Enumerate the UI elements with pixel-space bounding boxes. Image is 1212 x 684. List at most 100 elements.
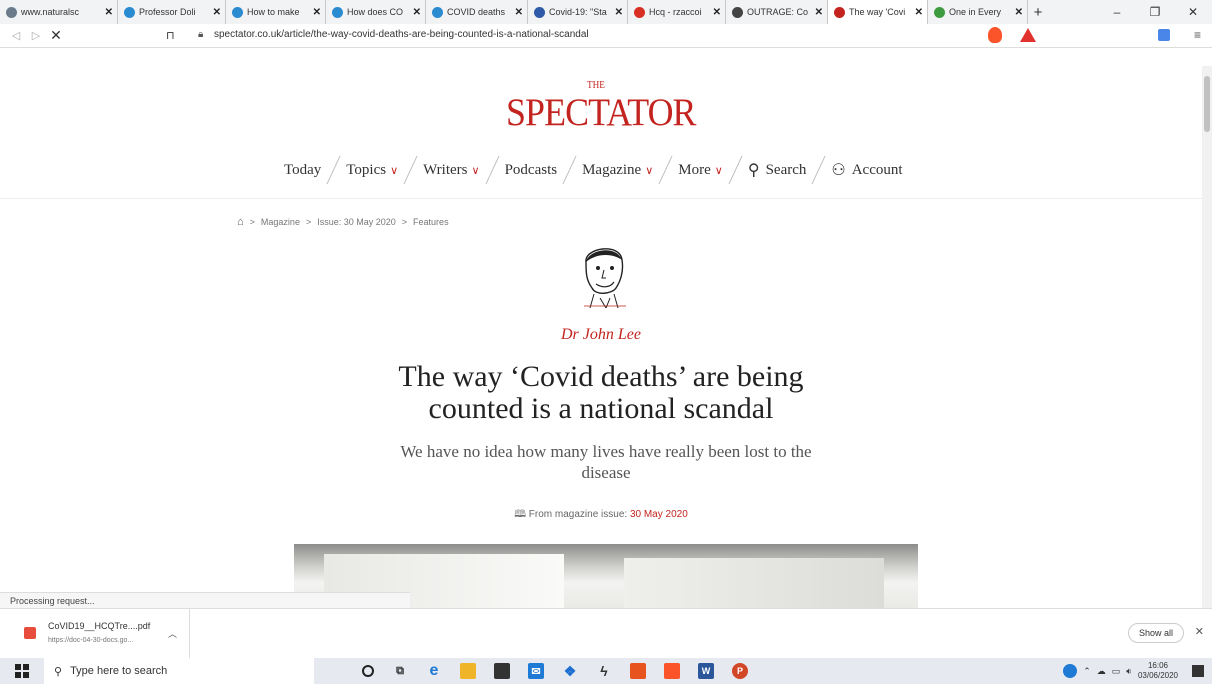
nav-today[interactable]: Today — [284, 162, 321, 179]
menu-icon[interactable]: ≡ — [1194, 28, 1201, 42]
chevron-up-icon[interactable]: ︿ — [168, 627, 177, 640]
breadcrumb-link[interactable]: Features — [413, 217, 449, 227]
browser-tab[interactable]: COVID deaths ✕ — [426, 0, 528, 24]
close-tab-icon[interactable]: ✕ — [313, 7, 321, 18]
nav-separator — [326, 156, 341, 184]
network-icon[interactable]: ▭ — [1112, 666, 1121, 677]
close-tab-icon[interactable]: ✕ — [213, 7, 221, 18]
brave-browser-icon[interactable] — [664, 663, 680, 679]
help-icon[interactable] — [1063, 664, 1078, 678]
chevron-up-tray-icon[interactable]: ⌃ — [1083, 666, 1091, 677]
search-icon: ⚲ — [747, 162, 760, 179]
powerpoint-icon[interactable]: P — [732, 663, 748, 679]
tab-title: OUTRAGE: Co — [747, 7, 809, 17]
browser-tab[interactable]: How to make ✕ — [226, 0, 326, 24]
tab-title: The way 'Covi — [849, 7, 906, 17]
task-view-icon[interactable]: ⧉ — [392, 663, 408, 679]
close-download-shelf-icon[interactable]: ✕ — [1195, 625, 1204, 638]
article-author[interactable]: Dr John Lee — [0, 326, 1202, 344]
mail-icon[interactable]: ✉ — [528, 663, 544, 679]
nav-label: Today — [284, 161, 322, 178]
back-icon[interactable]: ◁ — [6, 29, 26, 42]
nav-label: Magazine — [582, 161, 642, 178]
url-field[interactable]: spectator.co.uk/article/the-way-covid-de… — [214, 29, 589, 40]
dropbox-icon[interactable]: ❖ — [562, 663, 578, 679]
show-all-downloads-button[interactable]: Show all — [1127, 623, 1184, 643]
browser-tab[interactable]: One in Every ✕ — [928, 0, 1028, 24]
close-tab-icon[interactable]: ✕ — [713, 7, 721, 18]
browser-tab[interactable]: Covid-19: "Sta ✕ — [528, 0, 628, 24]
page-viewport: THE SPECTATOR Today Topics ∨ Writers ∨ Podcas… — [0, 48, 1202, 608]
nav-topics[interactable]: Topics ∨ — [346, 162, 398, 179]
nav-podcasts[interactable]: Podcasts — [505, 162, 558, 179]
nav-account[interactable]: ⚇ Account — [831, 160, 902, 180]
browser-tab[interactable]: Hcq - rzaccoi ✕ — [628, 0, 726, 24]
download-item[interactable]: CoVID19__HCQTre....pdf https://doc-04-30… — [0, 609, 190, 659]
close-tab-icon[interactable]: ✕ — [105, 7, 113, 18]
taskbar-clock[interactable]: 16:06 03/06/2020 — [1138, 661, 1178, 681]
minimize-button[interactable]: – — [1098, 0, 1136, 24]
bookmark-icon[interactable]: ⊓ — [166, 29, 175, 42]
nav-search[interactable]: ⚲ Search — [748, 160, 807, 180]
close-tab-icon[interactable]: ✕ — [515, 7, 523, 18]
browser-tab[interactable]: How does CO ✕ — [326, 0, 426, 24]
maximize-button[interactable]: ❐ — [1136, 0, 1174, 24]
status-bar-text: Processing request... — [0, 592, 410, 608]
header-divider — [0, 198, 1202, 199]
issue-date-link[interactable]: 30 May 2020 — [630, 509, 688, 520]
taskbar-search-box[interactable]: ⚲ Type here to search — [44, 658, 314, 684]
office-icon[interactable] — [630, 663, 646, 679]
article-subhead: We have no idea how many lives have real… — [400, 442, 812, 482]
close-tab-icon[interactable]: ✕ — [413, 7, 421, 18]
nav-writers[interactable]: Writers ∨ — [423, 162, 479, 179]
browser-tab[interactable]: www.naturalsc ✕ — [0, 0, 118, 24]
close-tab-icon[interactable]: ✕ — [615, 7, 623, 18]
page-scrollbar[interactable] — [1202, 66, 1212, 608]
notifications-icon[interactable] — [1192, 665, 1204, 677]
close-tab-icon[interactable]: ✕ — [815, 7, 823, 18]
nav-more[interactable]: More ∨ — [678, 162, 723, 179]
edge-icon[interactable]: e — [426, 662, 442, 679]
close-tab-icon[interactable]: ✕ — [1015, 7, 1023, 18]
breadcrumb-link[interactable]: Issue: 30 May 2020 — [317, 217, 396, 227]
taskbar-pinned-apps: ⧉ e ✉ ❖ ϟ W P — [362, 662, 748, 679]
nav-separator — [728, 156, 743, 184]
home-icon[interactable]: ⌂ — [237, 216, 244, 228]
stop-loading-icon[interactable]: ✕ — [46, 27, 66, 44]
word-icon[interactable]: W — [698, 663, 714, 679]
new-tab-button[interactable]: + — [1028, 4, 1048, 21]
site-logo[interactable]: THE SPECTATOR — [506, 80, 696, 135]
file-explorer-icon[interactable] — [460, 663, 476, 679]
store-icon[interactable] — [494, 663, 510, 679]
wordpress-icon — [432, 6, 443, 18]
app-icon[interactable]: ϟ — [596, 663, 612, 679]
scrollbar-thumb[interactable] — [1204, 76, 1210, 132]
brave-rewards-icon[interactable] — [1020, 28, 1036, 42]
brave-shields-icon[interactable] — [988, 27, 1002, 43]
nav-label: Topics — [346, 161, 387, 178]
onedrive-icon[interactable]: ☁ — [1097, 666, 1106, 677]
pdf-file-icon — [24, 627, 36, 639]
download-filename: CoVID19__HCQTre....pdf — [48, 621, 151, 631]
close-tab-icon[interactable]: ✕ — [915, 7, 923, 18]
main-navigation: Today Topics ∨ Writers ∨ Podcasts Magazine ∨ Mor… — [284, 156, 903, 184]
cortana-icon[interactable] — [362, 665, 374, 677]
chevron-down-icon: ∨ — [645, 164, 654, 177]
translate-extension-icon[interactable] — [1158, 29, 1170, 41]
browser-tab[interactable]: OUTRAGE: Co ✕ — [726, 0, 828, 24]
breadcrumb-link[interactable]: Magazine — [261, 217, 300, 227]
lock-icon: 🔒︎ — [198, 29, 204, 40]
close-window-button[interactable]: ✕ — [1174, 0, 1212, 24]
windows-start-button[interactable] — [0, 658, 44, 684]
forward-icon[interactable]: ▷ — [26, 29, 46, 42]
browser-tab[interactable]: The way 'Covi ✕ — [828, 0, 928, 24]
tab-title: www.naturalsc — [21, 7, 80, 17]
book-icon: 🕮︎ — [514, 509, 527, 520]
site-logo-text: SPECTATOR — [506, 91, 696, 134]
volume-icon[interactable]: 🔉︎ — [1126, 666, 1132, 677]
nav-separator — [403, 156, 418, 184]
breadcrumb-separator: > — [249, 217, 255, 227]
clock-date: 03/06/2020 — [1137, 671, 1178, 680]
nav-magazine[interactable]: Magazine ∨ — [582, 162, 653, 179]
browser-tab[interactable]: Professor Doli ✕ — [118, 0, 226, 24]
